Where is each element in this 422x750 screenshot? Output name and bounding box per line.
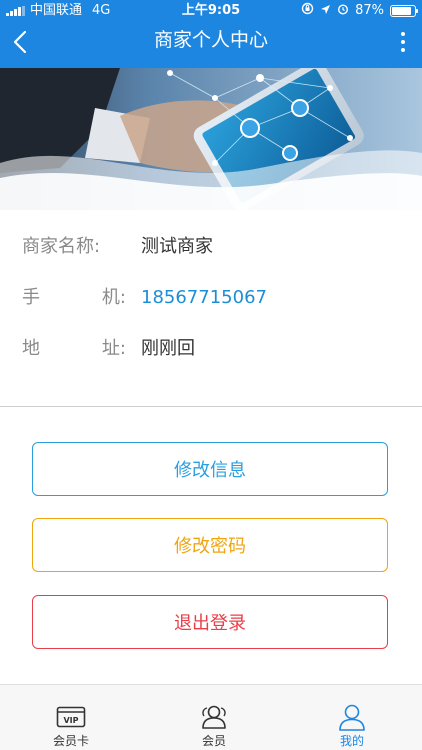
address-label-part1: 地 [22,338,40,359]
profile-icon [338,703,366,731]
alarm-icon [337,0,349,22]
address-value: 刚刚回 [141,338,195,359]
more-vertical-icon [401,32,405,36]
merchant-name-row: 商家名称: 测试商家 [0,232,422,262]
section-divider [0,406,422,407]
address-label: 地 址: [22,334,126,364]
address-row: 地 址: 刚刚回 [0,334,422,364]
location-icon [320,0,331,22]
tab-label-vip-card: 会员卡 [52,734,89,748]
orientation-lock-icon [301,0,314,22]
tab-vip-card[interactable]: VIP 会员卡 [1,685,141,750]
change-password-button[interactable]: 修改密码 [32,518,388,572]
phone-row: 手 机: 18567715067 [0,283,422,313]
tab-label-members: 会员 [201,734,226,748]
vip-card-icon: VIP [56,703,86,731]
phone-value[interactable]: 18567715067 [141,283,267,313]
nav-bar: 商家个人中心 [0,22,422,68]
page-title: 商家个人中心 [153,29,268,51]
svg-text:VIP: VIP [63,716,78,725]
phone-label: 手 机: [22,283,126,313]
tab-profile[interactable]: 我的 [282,685,422,750]
battery-percent: 87% [355,3,384,18]
tab-label-profile: 我的 [339,734,364,748]
status-bar: 中国联通 4G 上午9:05 87% [0,0,422,22]
tab-members[interactable]: 会员 [144,685,284,750]
phone-label-part1: 手 [22,287,40,308]
banner-image [0,68,422,210]
logout-button[interactable]: 退出登录 [32,595,388,649]
merchant-name-label: 商家名称: [22,236,101,257]
edit-info-button[interactable]: 修改信息 [32,442,388,496]
tab-bar: VIP 会员卡 会员 我的 [0,684,422,750]
merchant-name-value: 测试商家 [141,236,213,257]
phone-label-part2: 机: [101,287,126,308]
header: 中国联通 4G 上午9:05 87% 商家个人中心 [0,0,422,68]
members-icon [199,703,229,731]
status-right: 87% [301,0,418,22]
merchant-info: 商家名称: 测试商家 手 机: 18567715067 地 址: 刚刚回 [0,210,422,406]
battery-icon [390,5,418,17]
address-label-part2: 址: [101,338,126,359]
more-button[interactable] [388,22,418,62]
